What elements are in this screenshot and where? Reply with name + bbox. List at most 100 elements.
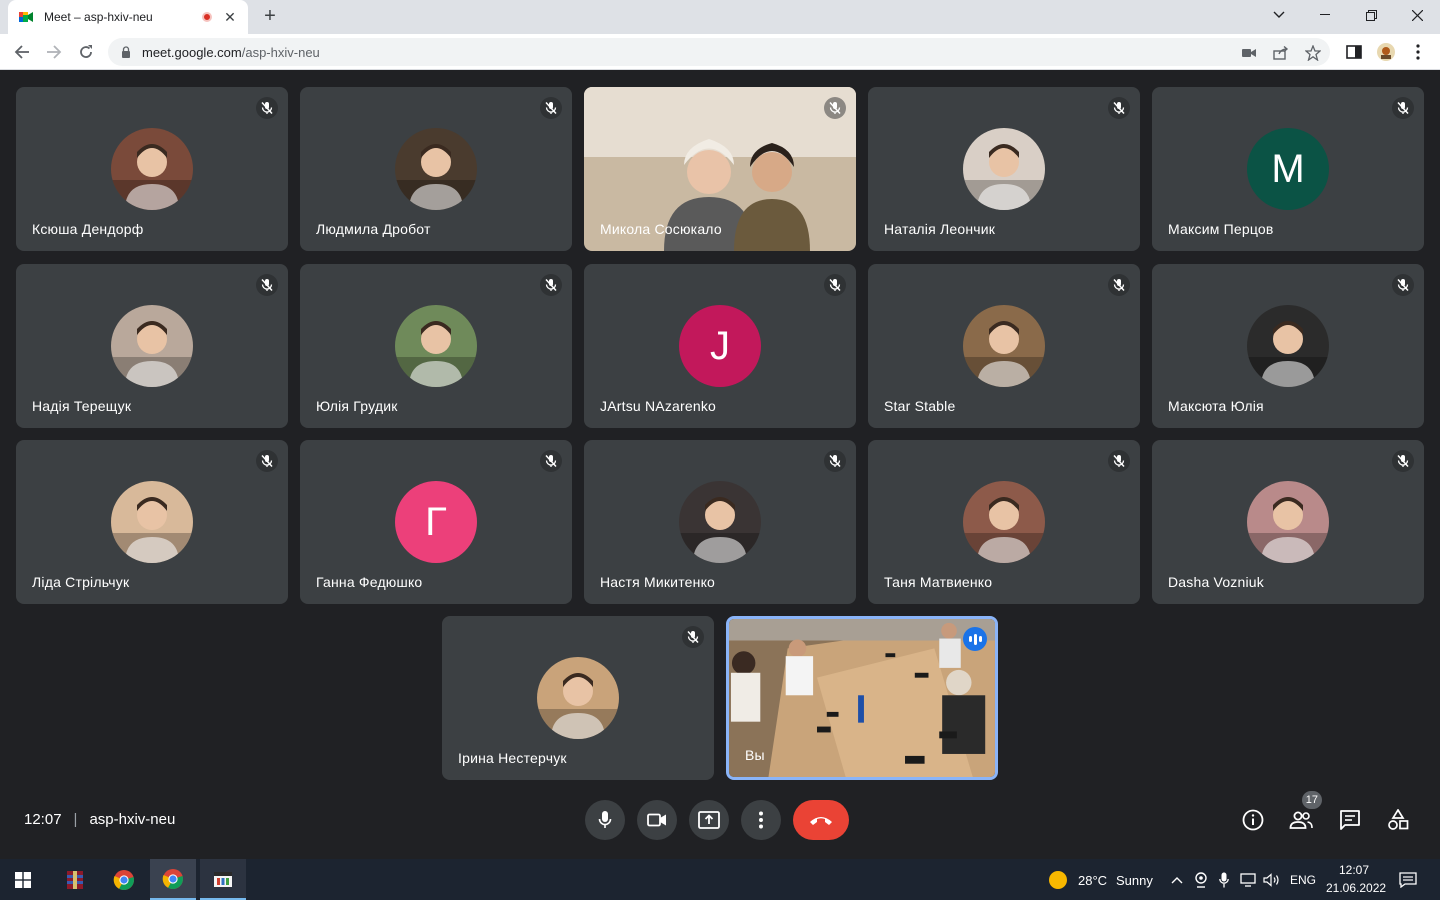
forward-arrow-icon[interactable] [42,40,66,64]
new-tab-button[interactable]: + [258,4,282,28]
participant-tile[interactable]: Dasha Vozniuk [1152,440,1424,604]
meeting-details-button[interactable] [1240,807,1266,833]
participant-tile[interactable]: J JArtsu NAzarenko [584,264,856,428]
windows-taskbar: 28°C Sunny ENG 12:07 21.06.2022 [0,859,1440,900]
participant-avatar [395,305,477,387]
tab-close-icon[interactable]: ✕ [222,9,238,26]
participant-tile[interactable]: Юлія Грудик [300,264,572,428]
clock-date[interactable]: 21.06.2022 [1326,881,1386,895]
chat-icon [1340,810,1360,830]
meet-control-bar: 12:07 | asp-hxiv-neu 17 [0,789,1440,859]
participant-avatar [111,481,193,563]
volume-icon[interactable] [1263,871,1281,889]
present-screen-icon [698,811,720,829]
participant-name: Наталія Леончик [884,221,996,237]
participant-name: Надія Терещук [32,398,132,414]
windows-start-icon[interactable] [0,859,46,900]
weather-condition[interactable]: Sunny [1116,873,1153,888]
side-panel-icon[interactable] [1344,42,1364,62]
participant-tile[interactable]: Максюта Юлія [1152,264,1424,428]
chat-button[interactable] [1337,807,1363,833]
chrome-menu-icon[interactable] [1408,42,1428,62]
participant-name: Ірина Нестерчук [458,750,567,766]
share-icon[interactable] [1272,44,1290,62]
participant-tile[interactable]: Ксюша Дендорф [16,87,288,251]
restore-icon[interactable] [1348,0,1394,30]
archive-app-icon[interactable] [52,859,98,900]
avatar-letter: M [1271,146,1305,191]
activities-shapes-icon [1388,809,1409,830]
people-icon [1289,811,1313,829]
mic-off-icon [256,274,278,296]
reload-icon[interactable] [74,40,98,64]
participant-tile[interactable]: Ліда Стрільчук [16,440,288,604]
activities-button[interactable] [1385,807,1411,833]
browser-tab-meet[interactable]: Meet – asp-hxiv-neu ✕ [8,0,248,34]
mic-off-icon [256,97,278,119]
media-app-taskbar-icon[interactable] [200,859,246,900]
participant-tile[interactable]: M Максим Перцов [1152,87,1424,251]
participant-tile[interactable]: Микола Сосюкало [584,87,856,251]
camera-in-use-icon[interactable] [1240,44,1258,62]
close-window-icon[interactable] [1394,0,1440,30]
participant-tile[interactable]: Надія Терещук [16,264,288,428]
input-language[interactable]: ENG [1290,873,1316,887]
meet-participant-grid: Вы Ксюша Дендорф Людмила Дробот Микола Сос… [0,71,1440,789]
participant-tile[interactable]: Таня Матвиенко [868,440,1140,604]
tab-search-chevron-icon[interactable] [1256,0,1302,30]
weather-temperature[interactable]: 28°C [1078,873,1107,888]
microphone-button[interactable] [585,800,625,840]
network-icon[interactable] [1240,871,1258,889]
participant-tile[interactable]: Людмила Дробот [300,87,572,251]
bookmark-star-icon[interactable] [1304,44,1322,62]
participant-avatar [1247,305,1329,387]
participant-name: Максим Перцов [1168,221,1274,237]
participant-tile[interactable]: Star Stable [868,264,1140,428]
participant-name: Людмила Дробот [316,221,431,237]
present-screen-button[interactable] [689,800,729,840]
minimize-icon[interactable] [1302,0,1348,30]
mic-off-icon [540,97,562,119]
recording-indicator-icon [202,12,212,22]
chrome-taskbar-icon[interactable] [101,859,147,900]
profile-avatar-icon[interactable] [1376,42,1396,62]
participant-name: Максюта Юлія [1168,398,1264,414]
participant-tile[interactable]: Ірина Нестерчук [442,616,714,780]
back-arrow-icon[interactable] [10,40,34,64]
chrome-taskbar-icon-active[interactable] [150,859,196,900]
video-camera-icon [647,813,666,827]
webcam-tray-icon[interactable] [1192,871,1210,889]
speaking-indicator-icon [963,627,987,651]
participant-avatar [1247,481,1329,563]
participant-avatar: Г [395,481,477,563]
tab-title: Meet – asp-hxiv-neu [44,10,153,24]
participant-tile[interactable]: Наталія Леончик [868,87,1140,251]
clock-time[interactable]: 12:07 [1339,863,1369,877]
participant-name: Ганна Федюшко [316,574,423,590]
participant-name: Ксюша Дендорф [32,221,144,237]
notifications-icon[interactable] [1398,870,1418,890]
mic-off-icon [1392,97,1414,119]
participant-name: Микола Сосюкало [600,221,722,237]
participant-name: Настя Микитенко [600,574,716,590]
microphone-icon [598,811,612,828]
participant-name: Юлія Грудик [316,398,398,414]
microphone-tray-icon[interactable] [1215,871,1233,889]
address-bar[interactable]: meet.google.com/asp-hxiv-neu [108,38,1330,66]
participant-avatar [963,305,1045,387]
participant-tile[interactable]: Настя Микитенко [584,440,856,604]
participant-tile[interactable]: Г Ганна Федюшко [300,440,572,604]
self-tile-name: Вы [745,747,765,763]
camera-button[interactable] [637,800,677,840]
show-hidden-icons-chevron-icon[interactable] [1168,871,1186,889]
self-video-tile[interactable]: Вы [726,616,998,780]
more-vert-icon [759,811,763,829]
leave-call-button[interactable] [793,800,849,840]
more-options-button[interactable] [741,800,781,840]
people-button[interactable]: 17 [1288,791,1322,833]
weather-sun-icon[interactable] [1048,870,1068,890]
url-text: meet.google.com/asp-hxiv-neu [142,45,320,60]
mic-off-icon [540,450,562,472]
participant-avatar [537,657,619,739]
url-host: meet.google.com [142,44,242,60]
